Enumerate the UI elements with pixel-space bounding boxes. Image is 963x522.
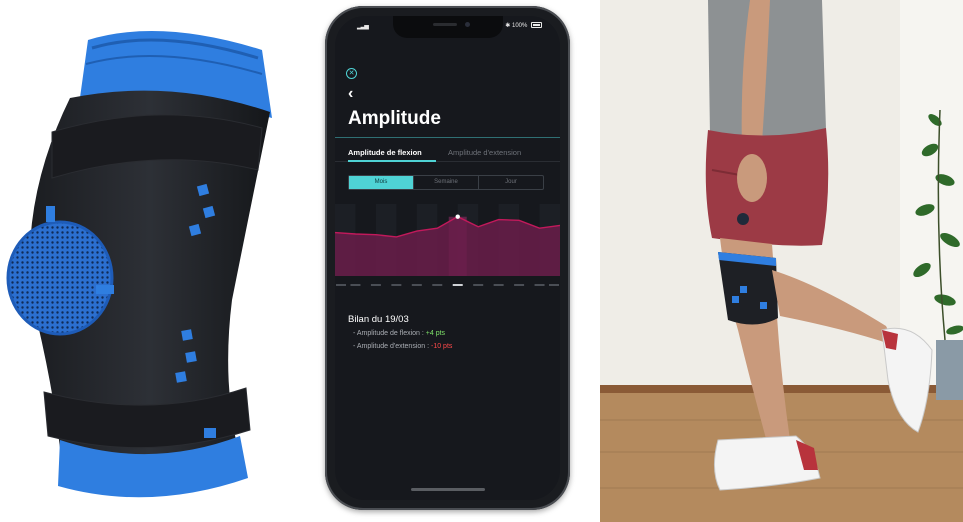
phone-notch — [393, 16, 503, 38]
red-shorts — [705, 128, 829, 246]
chart-x-tick — [452, 284, 463, 286]
status-bar-right: ✱ 100% — [505, 22, 542, 29]
status-battery-text: ✱ 100% — [505, 23, 528, 29]
summary-extension-label: - Amplitude d'extension : — [353, 343, 431, 350]
title-divider — [335, 137, 560, 138]
summary-extension-line: - Amplitude d'extension : -10 pts — [353, 343, 452, 350]
back-chevron-icon[interactable]: ‹ — [348, 86, 353, 102]
phone-screen: ▂▃▅ ✱ 100% ✕ ‹ Amplitude Amplitude de fl… — [335, 16, 560, 500]
signal-icon: ▂▃▅ — [357, 24, 369, 30]
summary-flexion-line: - Amplitude de flexion : +4 pts — [353, 330, 445, 337]
phone-mockup-panel: ▂▃▅ ✱ 100% ✕ ‹ Amplitude Amplitude de fl… — [300, 0, 600, 522]
chart-x-tick — [493, 284, 504, 286]
speaker-grille — [433, 23, 457, 26]
chart-x-tick — [336, 284, 346, 286]
chart-highlight-point[interactable] — [455, 214, 460, 219]
amplitude-chart — [335, 204, 560, 286]
period-segmented-control: Mois Semaine Jour — [348, 175, 544, 190]
summary-flexion-value: +4 pts — [425, 330, 446, 337]
battery-icon — [531, 22, 542, 29]
chart-x-tick — [370, 284, 381, 286]
summary-title: Bilan du 19/03 — [348, 314, 409, 325]
chart-x-tick — [473, 284, 484, 286]
knee-brace-product-image — [0, 0, 300, 522]
chart-x-tick — [432, 284, 443, 286]
chart-area — [335, 216, 560, 276]
person-wearing-brace-photo — [600, 0, 963, 522]
segment-day[interactable]: Jour — [478, 176, 543, 189]
close-icon[interactable]: ✕ — [346, 68, 357, 79]
chart-x-tick — [411, 284, 422, 286]
phone-device: ▂▃▅ ✱ 100% ✕ ‹ Amplitude Amplitude de fl… — [325, 6, 570, 510]
chart-x-tick — [350, 284, 361, 286]
segment-week[interactable]: Semaine — [413, 176, 478, 189]
summary-flexion-label: - Amplitude de flexion : — [353, 330, 426, 337]
front-camera — [465, 22, 470, 27]
hand — [737, 154, 767, 202]
chart-x-tick — [391, 284, 402, 286]
tab-amplitude-flexion[interactable]: Amplitude de flexion — [348, 148, 422, 157]
chart-x-tick — [534, 284, 545, 286]
segment-month[interactable]: Mois — [349, 176, 413, 189]
active-tab-indicator — [348, 160, 436, 162]
chart-x-tick — [549, 284, 559, 286]
knee-brace-illustration — [6, 31, 272, 498]
sensor-device — [737, 213, 749, 225]
chart-x-tick — [514, 284, 525, 286]
person-illustration — [600, 0, 963, 522]
screen-title: Amplitude — [348, 108, 441, 129]
summary-extension-value: -10 pts — [431, 343, 453, 350]
tab-amplitude-extension[interactable]: Amplitude d'extension — [448, 148, 521, 157]
home-indicator — [411, 488, 485, 491]
chart-x-ticks — [336, 284, 559, 286]
